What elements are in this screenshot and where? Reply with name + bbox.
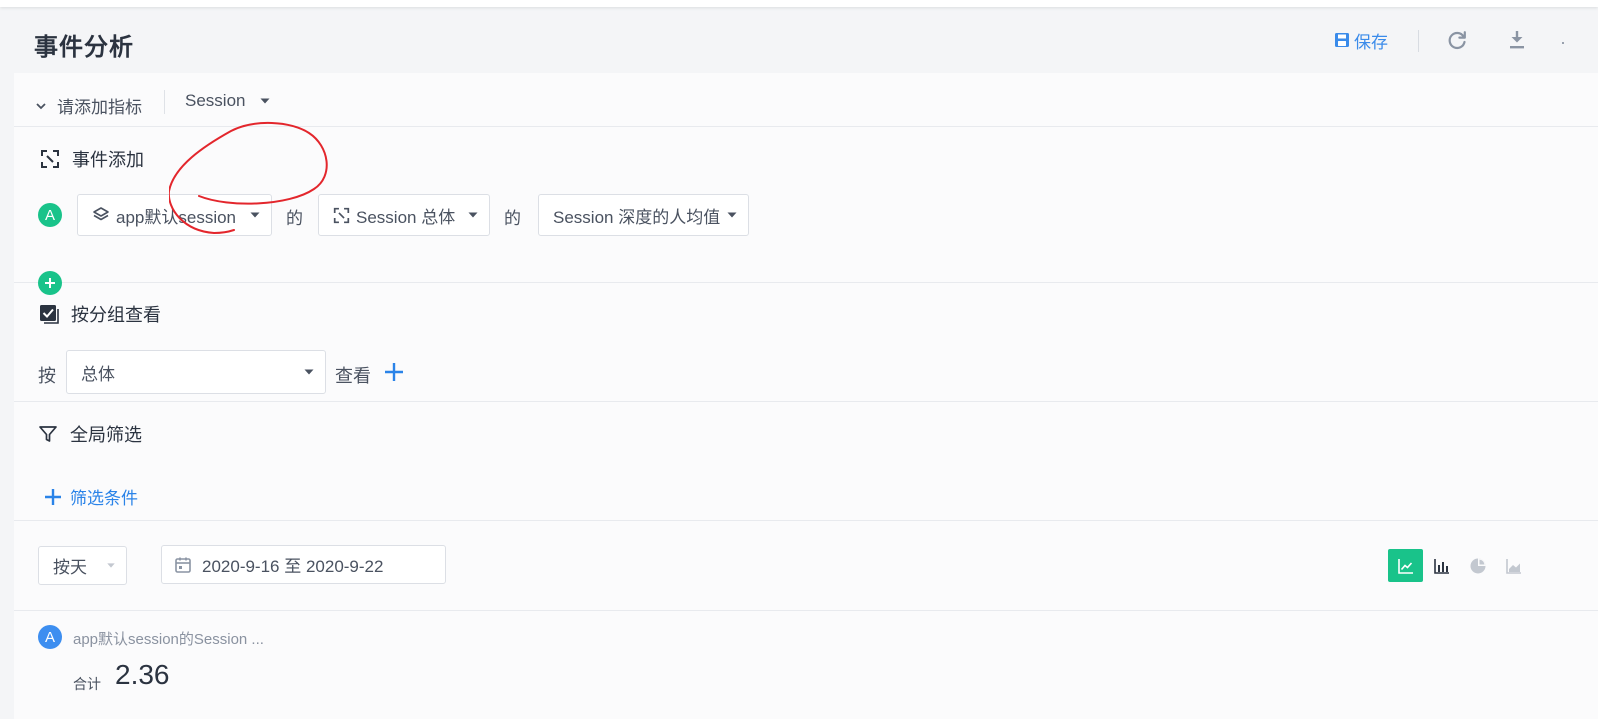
more-icon[interactable]: · <box>1560 32 1566 53</box>
area-chart-button[interactable] <box>1496 549 1531 582</box>
add-filter-button[interactable]: 筛选条件 <box>44 484 138 509</box>
session-source-value: app默认session <box>116 207 237 227</box>
caret-down-icon <box>260 98 270 104</box>
refresh-icon[interactable] <box>1446 29 1468 56</box>
granularity-dropdown[interactable]: 按天 <box>38 546 127 585</box>
divider <box>14 520 1598 521</box>
caret-down-icon <box>250 212 260 218</box>
plus-icon <box>385 363 403 381</box>
date-range-value: 2020-9-16 至 2020-9-22 <box>202 557 384 576</box>
metric-type-dropdown[interactable]: Session <box>185 91 271 111</box>
connector-text: 的 <box>504 209 521 228</box>
download-icon[interactable] <box>1507 29 1527 56</box>
save-label: 保存 <box>1354 32 1388 52</box>
filter-icon <box>39 426 57 442</box>
metric-bar-divider <box>164 90 165 114</box>
filter-section-title: 全局筛选 <box>70 425 142 445</box>
group-suffix: 查看 <box>335 366 371 386</box>
divider <box>14 126 1598 127</box>
add-metric-label: 请添加指标 <box>57 98 142 117</box>
event-badge: A <box>38 203 62 227</box>
top-bar-shadow <box>0 0 1598 7</box>
divider <box>14 401 1598 402</box>
group-section-header: 按分组查看 <box>39 301 161 327</box>
granularity-value: 按天 <box>53 558 87 577</box>
bar-chart-icon <box>1433 558 1449 574</box>
measure-value: Session 深度的人均值 <box>553 207 721 227</box>
event-section-header: 事件添加 <box>40 146 144 172</box>
add-metric-toggle[interactable]: 请添加指标 <box>35 93 142 118</box>
metric-type-value: Session <box>185 91 246 110</box>
measure-dropdown[interactable]: Session 深度的人均值 <box>538 194 749 236</box>
group-prefix: 按 <box>38 366 56 386</box>
plus-icon <box>45 488 61 505</box>
plus-icon <box>45 278 55 288</box>
caret-down-icon <box>727 212 737 218</box>
layers-icon <box>93 207 109 221</box>
bar-chart-button[interactable] <box>1424 549 1459 582</box>
add-filter-label: 筛选条件 <box>70 489 138 508</box>
toolbar-divider <box>1418 30 1419 52</box>
area-chart-icon <box>1505 558 1521 574</box>
divider <box>14 282 1598 283</box>
calendar-icon <box>175 557 191 573</box>
chevron-down-icon <box>36 102 46 109</box>
date-range-picker[interactable]: 2020-9-16 至 2020-9-22 <box>161 545 446 584</box>
pie-chart-button[interactable] <box>1460 549 1495 582</box>
series-badge: A <box>38 625 62 649</box>
session-source-dropdown[interactable]: app默认session <box>77 194 272 236</box>
scan-icon <box>333 207 350 223</box>
scan-icon <box>41 150 59 168</box>
total-label: 合计 <box>73 676 101 692</box>
add-group-button[interactable] <box>384 362 404 387</box>
caret-down-icon <box>304 369 314 375</box>
group-section-title: 按分组查看 <box>71 305 161 325</box>
divider <box>14 610 1598 611</box>
checkbox-checked-icon <box>40 305 59 324</box>
total-value: 2.36 <box>115 659 170 690</box>
page-title: 事件分析 <box>34 34 134 61</box>
analysis-panel: 请添加指标 Session 事件添加 A app默认session 的 Sess… <box>14 73 1598 719</box>
group-by-dropdown[interactable]: 总体 <box>66 350 326 394</box>
event-value: Session 总体 <box>356 207 456 227</box>
save-button[interactable]: 保存 <box>1334 28 1388 52</box>
caret-down-icon <box>107 563 115 568</box>
line-chart-icon <box>1397 558 1413 574</box>
pie-chart-icon <box>1470 558 1485 573</box>
event-dropdown[interactable]: Session 总体 <box>318 194 490 236</box>
group-by-value: 总体 <box>81 364 115 384</box>
save-icon <box>1335 33 1349 47</box>
filter-section-header: 全局筛选 <box>38 421 142 447</box>
event-section-title: 事件添加 <box>72 150 144 170</box>
add-event-button[interactable] <box>38 271 62 295</box>
connector-text: 的 <box>286 209 303 228</box>
caret-down-icon <box>468 212 478 218</box>
series-label: app默认session的Session ... <box>73 631 264 648</box>
line-chart-button[interactable] <box>1388 549 1423 582</box>
